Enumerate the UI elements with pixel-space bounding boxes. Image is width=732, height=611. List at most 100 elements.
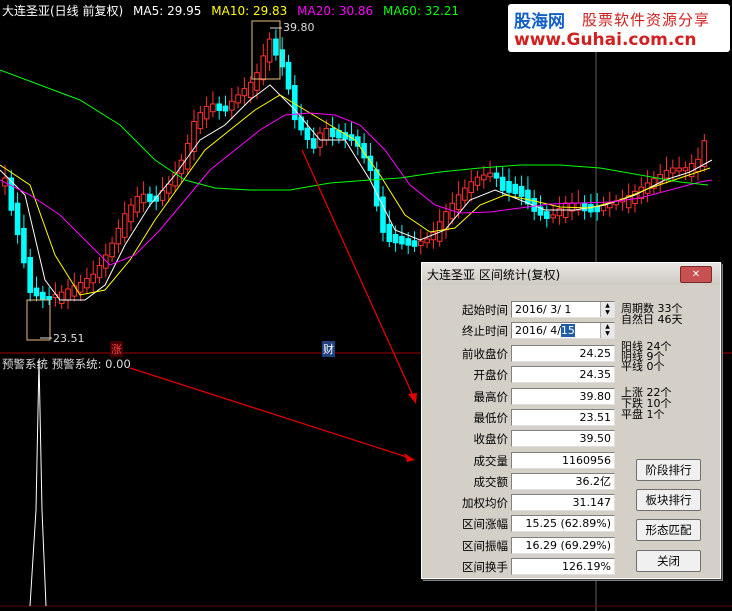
spinner-icon[interactable]: ▲ ▼: [600, 302, 614, 317]
candle-body: [27, 257, 33, 294]
candle-body: [128, 204, 134, 223]
candle-body: [273, 38, 279, 56]
ma5-value: MA5: 29.95: [133, 4, 202, 18]
stat-label: 开盘价: [473, 368, 509, 383]
candle-body: [487, 172, 493, 178]
candle-body: [96, 265, 103, 279]
candle-body: [512, 183, 519, 195]
candle-body: [373, 169, 380, 207]
candle-body: [430, 231, 437, 241]
candle-body: [550, 214, 556, 219]
close-button[interactable]: 关闭: [636, 550, 701, 572]
candle-body: [254, 72, 260, 91]
stat-value: 15.25 (62.89%): [511, 515, 615, 533]
stat-value: 39.80: [511, 387, 615, 405]
stat-label: 区间振幅: [462, 538, 508, 553]
stat-row: 加权均价 31.147: [428, 493, 616, 513]
start-date-input[interactable]: 2016/ 3/ 1 ▲ ▼: [511, 301, 615, 318]
stat-value: 16.29 (69.29%): [511, 536, 615, 554]
flat-line-count: 平线 0个: [621, 360, 665, 373]
candle-body: [65, 288, 71, 301]
sector-rank-button[interactable]: 板块排行: [636, 489, 701, 511]
indicator-title: 预警系统 预警系统: 0.00: [2, 357, 131, 371]
low-highlight-box: [26, 299, 51, 341]
stat-label: 成交量: [473, 453, 509, 468]
candle-body: [58, 291, 65, 304]
stat-row: 区间振幅 16.29 (69.29%): [428, 536, 616, 556]
candle-body: [663, 169, 670, 179]
candle-body: [310, 138, 317, 149]
stat-value: 36.2亿: [511, 472, 615, 490]
candle-body: [260, 55, 267, 81]
candle-body: [191, 121, 197, 153]
watermark-logo: 股海网 股票软件资源分享 www.Guhai.com.cn: [508, 4, 730, 52]
candle-body: [46, 296, 52, 301]
candle-body: [285, 61, 292, 90]
candle-body: [247, 81, 254, 99]
candle-body: [701, 140, 708, 167]
spinner-icon[interactable]: ▲ ▼: [600, 323, 614, 338]
candle-body: [411, 240, 418, 247]
candle-body: [676, 167, 682, 172]
candle-body: [229, 100, 235, 111]
dialog-title: 大连圣亚 区间统计(复权): [427, 267, 561, 282]
candle-body: [544, 211, 550, 219]
candle-body: [103, 254, 109, 269]
stage-rank-button[interactable]: 阶段排行: [636, 459, 701, 481]
candle-body: [109, 242, 115, 258]
candle-body: [525, 189, 531, 205]
candle-body: [266, 38, 273, 63]
stat-label: 最低价: [473, 410, 509, 425]
stat-row: 最高价 39.80: [428, 387, 616, 407]
candle-body: [21, 227, 27, 264]
candle-body: [166, 183, 172, 194]
dialog-titlebar[interactable]: 大连圣亚 区间统计(复权): [422, 263, 720, 285]
candle-body: [405, 238, 411, 246]
arrow-head-1: [408, 393, 417, 404]
candle-body: [682, 167, 689, 172]
pattern-match-button[interactable]: 形态匹配: [636, 519, 701, 541]
candle-body: [184, 143, 191, 170]
chart-header: 大连圣亚(日线 前复权) MA5: 29.95 MA10: 29.83 MA20…: [2, 2, 465, 19]
ma20-value: MA20: 30.86: [297, 4, 374, 18]
stat-label: 区间涨幅: [462, 517, 508, 532]
end-label: 终止时间: [462, 324, 508, 338]
candle-body: [418, 240, 424, 246]
ma10-value: MA10: 29.83: [211, 4, 288, 18]
ma60-value: MA60: 32.21: [383, 4, 460, 18]
logo-url: www.Guhai.com.cn: [514, 30, 697, 50]
stat-value: 39.50: [511, 430, 615, 448]
stat-row: 前收盘价 24.25: [428, 344, 616, 364]
candle-body: [279, 49, 285, 68]
stat-row: 成交量 1160956: [428, 451, 616, 471]
candle-body: [197, 112, 204, 130]
candle-body: [506, 180, 512, 193]
indicator-spike: [29, 359, 47, 607]
candle-body: [386, 223, 393, 243]
range-stats-dialog: 大连圣亚 区间统计(复权) ✕ 起始时间 2016/ 3/ 1 ▲ ▼ 终止时间 2…: [421, 262, 721, 579]
candle-body: [84, 277, 90, 289]
candle-body: [399, 236, 405, 245]
logo-slogan: 股票软件资源分享: [582, 11, 711, 29]
close-icon[interactable]: ✕: [680, 266, 712, 283]
high-marker: 39.80: [283, 21, 315, 34]
candle-body: [90, 273, 97, 284]
end-date-row: 终止时间 2016/ 4/15 ▲ ▼: [428, 321, 616, 341]
candle-body: [455, 194, 462, 210]
candle-body: [468, 181, 474, 194]
candle-body: [210, 103, 216, 113]
candle-body: [235, 94, 241, 104]
stat-label: 收盘价: [473, 432, 509, 447]
end-date-input[interactable]: 2016/ 4/15 ▲ ▼: [511, 322, 615, 339]
zhang-marker[interactable]: 涨: [110, 341, 123, 357]
candle-body: [474, 176, 481, 186]
candle-body: [518, 185, 525, 197]
cai-marker[interactable]: 财: [322, 341, 335, 357]
end-date-day: 15: [560, 324, 575, 337]
candle-body: [121, 213, 128, 238]
candle-body: [222, 105, 229, 112]
start-label: 起始时间: [462, 303, 508, 317]
candle-body: [329, 127, 336, 138]
stat-row: 成交额 36.2亿: [428, 472, 616, 492]
candle-body: [71, 285, 78, 297]
